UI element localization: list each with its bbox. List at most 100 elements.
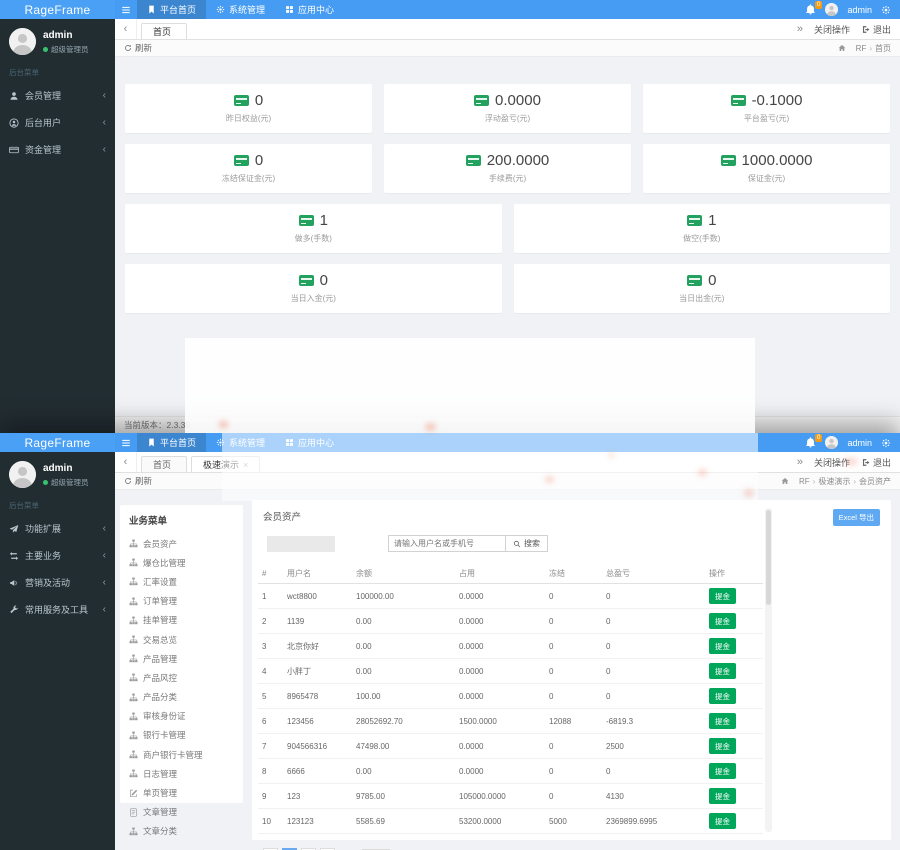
exchange-icon [9,551,19,561]
business-menu-item[interactable]: 爆仓比管理 [129,553,234,572]
panel-scrollbar[interactable] [765,508,772,832]
navbar-username[interactable]: admin [847,5,872,15]
column-header[interactable]: 操作 [705,564,763,584]
scrollbar-thumb[interactable] [766,510,771,605]
breadcrumb-item[interactable]: 会员资产 [859,476,891,487]
avatar[interactable] [9,461,36,488]
stat-label: 手续费(元) [384,173,631,184]
withdraw-button[interactable]: 提金 [709,763,736,779]
brand-logo[interactable]: RageFrame [0,433,115,452]
withdraw-button[interactable]: 提金 [709,713,736,729]
tabs-scroll-left-button[interactable]: ‹ [115,19,137,39]
sitemap-icon [129,597,138,606]
tabs-scroll-right-button[interactable]: » [797,23,803,35]
refresh-button[interactable]: 刷新 [124,475,152,487]
nav-menu-item[interactable]: 应用中心 [275,0,344,19]
sidebar-menu-item[interactable]: 主要业务 ‹ [0,542,115,569]
sidebar-menu-item[interactable]: 资金管理 ‹ [0,136,115,163]
business-menu-item[interactable]: 日志管理 [129,764,234,783]
column-header[interactable]: 冻结 [545,564,602,584]
sidebar-toggle-button[interactable] [115,433,137,452]
signout-icon [861,25,870,34]
toolbar: 刷新 RF ›首页 [115,40,900,57]
breadcrumb-item[interactable]: 极速演示 [818,476,850,487]
column-header[interactable]: # [258,564,283,584]
business-menu-item[interactable]: 会员资产 [129,534,234,553]
business-menu-item[interactable]: 汇率设置 [129,572,234,591]
business-menu-item[interactable]: 单页管理 [129,783,234,802]
withdraw-button[interactable]: 提金 [709,663,736,679]
business-menu-item[interactable]: 产品管理 [129,649,234,668]
withdraw-button[interactable]: 提金 [709,788,736,804]
avatar[interactable] [825,3,838,16]
sidebar-menu-item[interactable]: 会员管理 ‹ [0,82,115,109]
business-menu-item[interactable]: 商户银行卡管理 [129,745,234,764]
search-button[interactable]: 搜索 [506,535,548,552]
cell-used: 0.0000 [455,634,545,659]
settings-button[interactable] [881,5,891,15]
overlay-artifact [845,457,858,466]
business-menu-item[interactable]: 产品分类 [129,688,234,707]
navbar-username[interactable]: admin [847,438,872,448]
withdraw-button[interactable]: 提金 [709,588,736,604]
breadcrumb-item[interactable]: 首页 [875,43,891,54]
column-header[interactable]: 余额 [352,564,455,584]
business-menu-item[interactable]: 交易总览 [129,630,234,649]
logout-button[interactable]: 退出 [861,456,891,469]
withdraw-button[interactable]: 提金 [709,813,736,829]
refresh-button[interactable]: 刷新 [124,42,152,54]
chevron-left-icon: ‹ [103,91,106,100]
breadcrumb-item[interactable]: RF [799,477,810,486]
business-menu-item[interactable]: 订单管理 [129,592,234,611]
close-operations-button[interactable]: 关闭操作 [814,23,850,36]
settings-button[interactable] [881,438,891,448]
cell-index: 1 [258,584,283,609]
nav-menu-item[interactable]: 平台首页 [137,0,206,19]
top-navbar: RageFrame 平台首页 系统管理 应用中心 [0,0,900,19]
cell-username: 8965478 [283,684,352,709]
withdraw-button[interactable]: 提金 [709,688,736,704]
business-menu-item-label: 产品分类 [143,691,177,703]
cell-used: 0.0000 [455,659,545,684]
cell-index: 9 [258,784,283,809]
page-tab[interactable]: 首页 [141,23,187,39]
notifications-button[interactable]: 0 [805,437,816,448]
business-menu-item[interactable]: 挂单管理 [129,611,234,630]
credit-card-icon [466,155,481,166]
cell-frozen: 0 [545,609,602,634]
column-header[interactable]: 占用 [455,564,545,584]
sidebar-menu-item[interactable]: 营销及活动 ‹ [0,569,115,596]
sidebar-toggle-button[interactable] [115,0,137,19]
business-menu-item-label: 文章管理 [143,806,177,818]
notifications-button[interactable]: 0 [805,4,816,15]
nav-menu-item[interactable]: 平台首页 [137,433,206,452]
logout-button[interactable]: 退出 [861,23,891,36]
sidebar-menu-item[interactable]: 后台用户 ‹ [0,109,115,136]
business-menu-item[interactable]: 银行卡管理 [129,726,234,745]
search-input[interactable] [388,535,506,552]
sidebar-menu-item[interactable]: 功能扩展 ‹ [0,515,115,542]
business-menu-item[interactable]: 审核身份证 [129,707,234,726]
avatar[interactable] [9,28,36,55]
withdraw-button[interactable]: 提金 [709,738,736,754]
business-menu-item[interactable]: 产品风控 [129,668,234,687]
cell-index: 5 [258,684,283,709]
business-menu-item[interactable]: 文章分类 [129,822,234,841]
tabs-scroll-right-button[interactable]: » [797,456,803,468]
sidebar-menu-item[interactable]: 常用服务及工具 ‹ [0,596,115,623]
filter-input[interactable] [267,536,335,552]
brand-logo[interactable]: RageFrame [0,0,115,19]
tabs-scroll-left-button[interactable]: ‹ [115,452,137,472]
cell-total-pnl: -6819.3 [602,709,705,734]
page-tab[interactable]: 首页 [141,456,187,472]
column-header[interactable]: 用户名 [283,564,352,584]
column-header[interactable]: 总盈亏 [602,564,705,584]
nav-menu-item[interactable]: 系统管理 [206,0,275,19]
breadcrumb-item[interactable]: RF [856,44,867,53]
business-menu-item[interactable]: 文章管理 [129,803,234,822]
avatar[interactable] [825,436,838,449]
user-icon [9,91,19,101]
withdraw-button[interactable]: 提金 [709,638,736,654]
excel-export-button[interactable]: Excel 导出 [833,509,880,526]
withdraw-button[interactable]: 提金 [709,613,736,629]
